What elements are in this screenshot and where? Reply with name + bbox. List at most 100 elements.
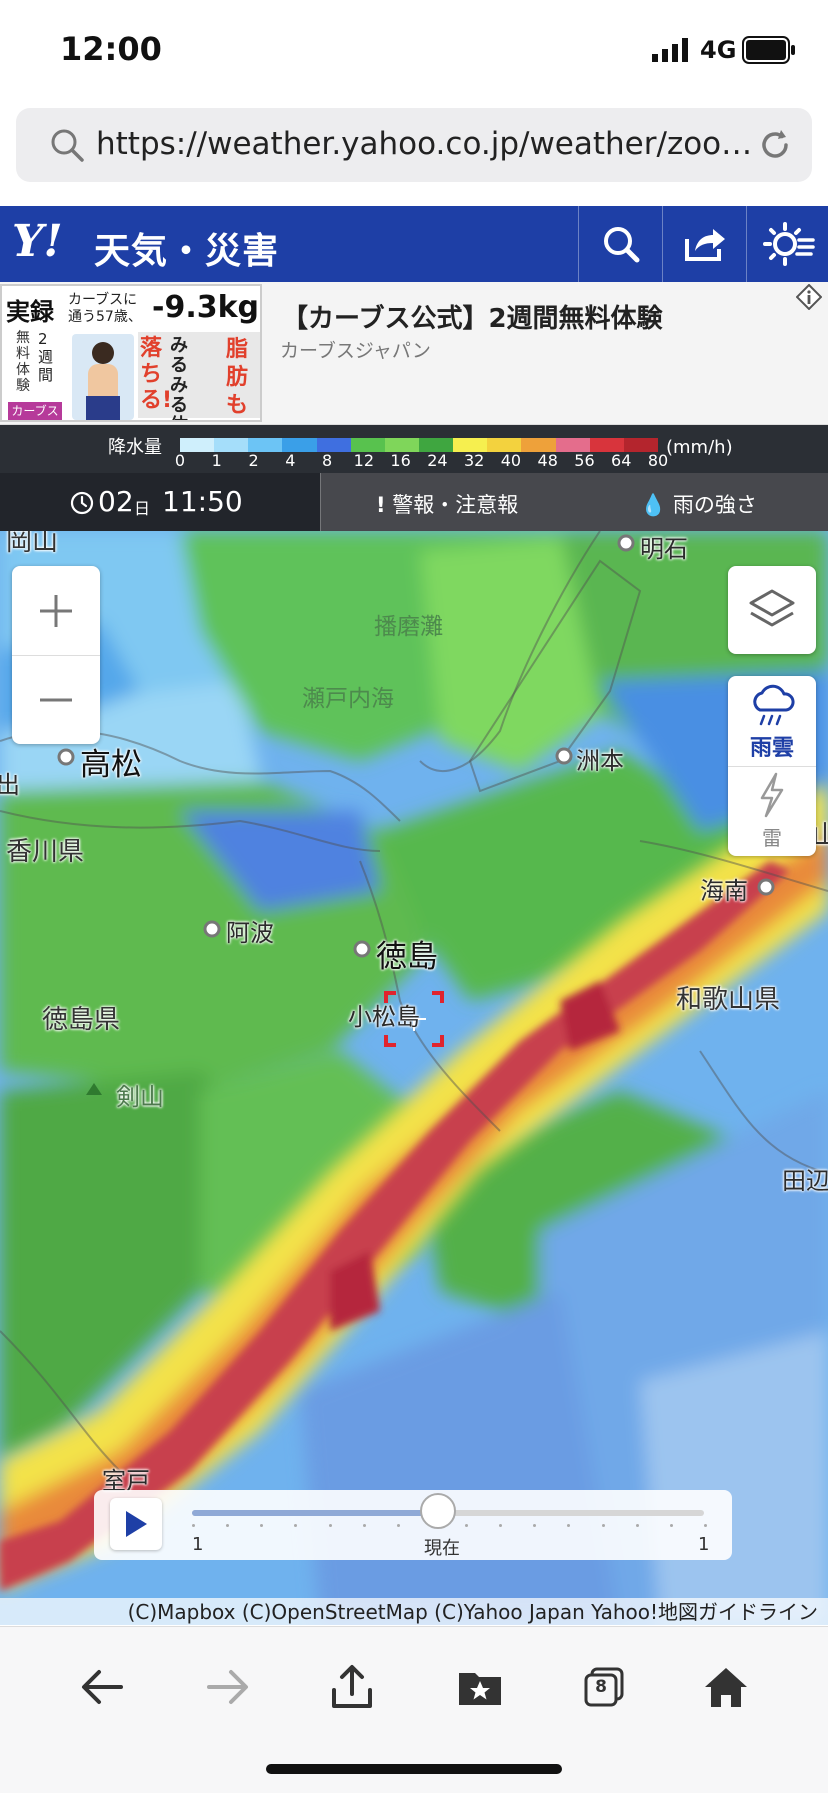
plus-icon (40, 594, 72, 627)
tab-warnings-label: 警報・注意報 (392, 493, 519, 517)
legend-color-swatch (180, 438, 215, 452)
play-button[interactable] (110, 1498, 162, 1550)
timeline-tick (499, 1524, 503, 1527)
legend-tick: 40 (500, 451, 522, 470)
share-button[interactable] (320, 1655, 384, 1719)
legend-color-swatch (453, 438, 488, 452)
tab-rain-intensity[interactable]: 💧 雨の強さ (640, 489, 757, 519)
ad-image[interactable]: 実録 無料体験 2週間 カーブス カーブスに通う57歳、 -9.3kg 落ちる!… (0, 284, 262, 422)
legend-color-swatch (384, 438, 419, 452)
clock-icon (70, 491, 94, 515)
play-icon (126, 1511, 147, 1537)
map-label-takamatsu: 高松 (80, 747, 142, 783)
legend-tick: 24 (427, 451, 448, 470)
yahoo-logo[interactable]: Y! (12, 220, 63, 264)
header-weather-button[interactable] (746, 206, 828, 282)
map-attribution[interactable]: (C)Mapbox (C)OpenStreetMap (C)Yahoo Japa… (0, 1598, 828, 1626)
network-label: 4G (700, 36, 737, 64)
legend-color-swatch (623, 438, 658, 452)
status-time: 12:00 (60, 30, 162, 68)
tab-rain-cloud[interactable]: 雨雲 (728, 676, 816, 767)
share-icon (685, 229, 725, 261)
tab-thunder[interactable]: 雷 (728, 766, 816, 856)
layer-button[interactable] (728, 566, 816, 654)
legend-color-swatch (316, 438, 351, 452)
legend-tick: 56 (574, 451, 595, 470)
sun-icon (763, 222, 815, 266)
reload-icon[interactable] (756, 126, 794, 164)
tabs-button[interactable]: 8 (572, 1655, 636, 1719)
timeline-tick (294, 1524, 298, 1527)
ad-image-text: 2週間 (38, 330, 54, 384)
ad-image-brand: カーブス (8, 402, 62, 420)
legend-color-swatch (589, 438, 624, 452)
map-label-tanabe: 田辺 (782, 1167, 828, 1195)
layers-icon (749, 589, 795, 627)
url-text: https://weather.yahoo.co.jp/weather/zoom… (96, 126, 756, 162)
zoom-in-button[interactable] (12, 566, 100, 656)
zoom-out-button[interactable] (12, 655, 100, 744)
timeline-tick (635, 1524, 639, 1527)
search-icon (51, 129, 84, 162)
precipitation-legend: 降水量 0 1 2 4 8 12 16 24 32 40 48 56 64 80 (mm/h) (0, 425, 828, 473)
signal-icon (652, 38, 688, 62)
home-icon (705, 1668, 747, 1707)
timeline-tick (328, 1524, 332, 1527)
header-share-button[interactable] (662, 206, 747, 282)
radar-map[interactable]: 岡山 神戸 明石 播磨灘 瀬戸内海 高松 洲本 香川県 阿波 徳島 海南 和歌山… (0, 531, 828, 1625)
time-day-unit: 日 (134, 499, 151, 518)
city-dot (203, 920, 221, 938)
map-label-tokushima: 徳島 (376, 939, 438, 975)
timeline-end-label: 1 (698, 1534, 710, 1555)
divider (320, 473, 321, 531)
site-title[interactable]: 天気・災害 (94, 222, 279, 274)
tab-rain-cloud-label: 雨雲 (749, 736, 794, 761)
map-label-tsurugisan: 剣山 (116, 1083, 164, 1111)
radar-type-control: 雨雲 雷 (728, 676, 816, 856)
rain-cloud-icon (753, 684, 795, 726)
map-label-awa: 阿波 (226, 919, 274, 947)
timeline-knob[interactable] (419, 1493, 456, 1529)
timeline-track[interactable] (192, 1493, 707, 1529)
legend-tick: 16 (390, 451, 411, 470)
map-label-kainan: 海南 (700, 877, 748, 905)
back-button[interactable] (70, 1655, 134, 1719)
legend-color-swatch (248, 438, 283, 452)
legend-tick: 2 (248, 451, 259, 470)
ad-title[interactable]: 【カーブス公式】2週間無料体験 (282, 298, 663, 335)
tab-warnings[interactable]: ! 警報・注意報 (376, 489, 518, 519)
address-bar[interactable]: https://weather.yahoo.co.jp/weather/zoom… (16, 108, 812, 182)
legend-color-scale (180, 438, 658, 452)
tab-rain-intensity-label: 雨の強さ (672, 493, 757, 517)
map-label-sumoto: 洲本 (576, 747, 624, 775)
ad-info-icon[interactable] (796, 284, 822, 310)
bookmarks-button[interactable] (448, 1655, 512, 1719)
legend-tick: 48 (537, 451, 558, 470)
ad-image-person (72, 334, 134, 420)
map-info-row: 02 日 11:50 ! 警報・注意報 💧 雨の強さ (0, 473, 828, 531)
ad-sponsor: カーブスジャパン (280, 340, 431, 362)
legend-tick: 8 (321, 451, 333, 470)
ad-image-text: 脂肪も (226, 337, 249, 418)
battery-icon (742, 36, 795, 64)
ad-image-text: 無料体験 (16, 330, 30, 394)
timeline-tick (192, 1524, 195, 1527)
time-day: 02 (98, 485, 134, 518)
ad-image-text: カーブスに通う57歳、 (68, 292, 142, 325)
minus-icon (40, 698, 72, 701)
ad-banner[interactable]: 実録 無料体験 2週間 カーブス カーブスに通う57歳、 -9.3kg 落ちる!… (0, 282, 828, 425)
lightning-icon (760, 772, 784, 818)
upload-share-icon (332, 1665, 372, 1708)
forward-button[interactable] (196, 1655, 260, 1719)
city-dot (353, 940, 371, 958)
header-search-button[interactable] (578, 206, 663, 282)
time-display[interactable]: 02 日 11:50 (0, 473, 320, 531)
timeline-tick (533, 1524, 537, 1527)
city-dot (757, 878, 775, 896)
legend-label: 降水量 (108, 437, 162, 458)
map-label-akashi: 明石 (640, 535, 688, 563)
search-icon (604, 227, 640, 263)
home-indicator (266, 1764, 562, 1774)
legend-color-swatch (214, 438, 249, 452)
home-button[interactable] (694, 1655, 758, 1719)
